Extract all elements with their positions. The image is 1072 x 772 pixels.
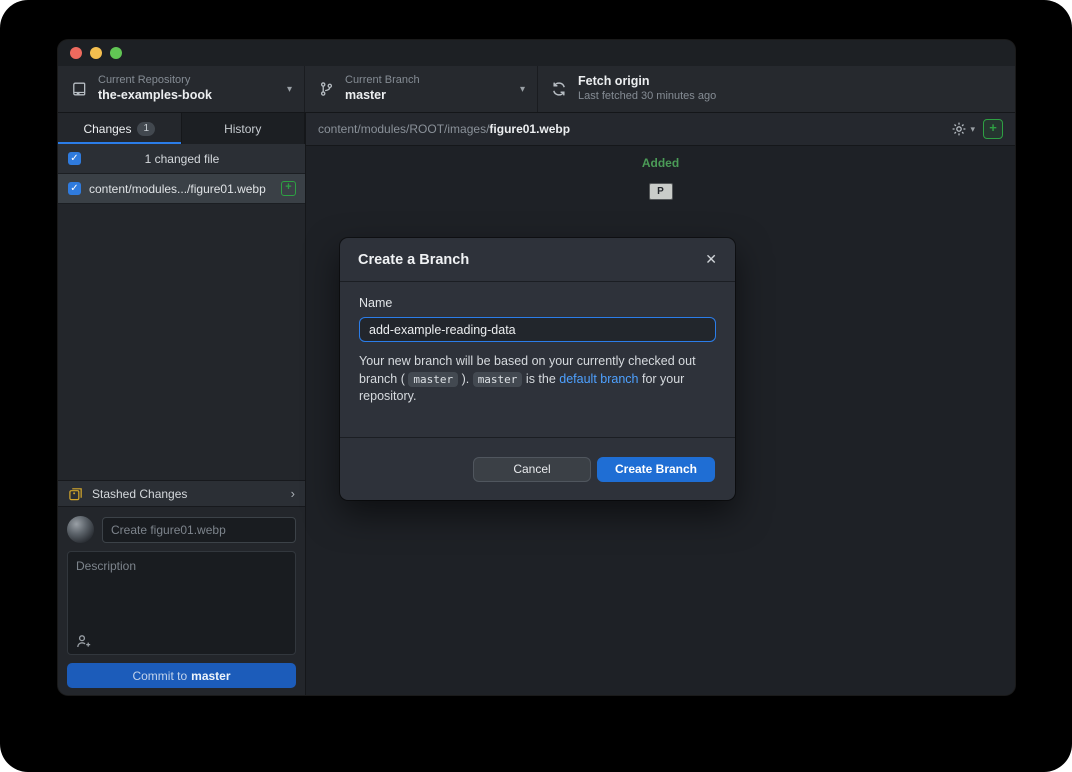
create-branch-button[interactable]: Create Branch xyxy=(597,457,715,482)
image-thumbnail: P xyxy=(649,183,673,200)
chevron-down-icon: ▾ xyxy=(520,84,525,95)
diff-status-label: Added xyxy=(642,156,679,170)
titlebar xyxy=(58,40,1015,66)
current-repository-value: the-examples-book xyxy=(98,88,212,104)
chevron-right-icon: › xyxy=(291,486,295,501)
current-branch-dropdown[interactable]: Current Branch master ▾ xyxy=(305,66,538,112)
file-checkbox[interactable]: ✓ xyxy=(68,182,81,195)
file-path: content/modules.../figure01.webp xyxy=(89,182,275,196)
file-added-status-icon: + xyxy=(281,181,296,196)
default-branch-link[interactable]: default branch xyxy=(559,372,638,386)
branch-code-pill: master xyxy=(408,372,458,387)
toolbar: Current Repository the-examples-book ▾ C… xyxy=(58,66,1015,113)
branch-base-description: Your new branch will be based on your cu… xyxy=(359,353,716,406)
commit-description-input[interactable] xyxy=(68,552,295,630)
stashed-changes-label: Stashed Changes xyxy=(92,487,187,501)
tab-history-label: History xyxy=(224,122,261,136)
diff-header-actions: ▾ + xyxy=(951,119,1003,139)
current-repository-label: Current Repository xyxy=(98,74,212,88)
chevron-down-icon: ▾ xyxy=(970,124,975,135)
branch-name-input[interactable] xyxy=(359,317,716,342)
changes-count-badge: 1 xyxy=(137,122,155,136)
screenshot-frame: Current Repository the-examples-book ▾ C… xyxy=(0,0,1072,772)
avatar xyxy=(67,516,94,543)
sync-icon xyxy=(550,81,568,97)
commit-description-box xyxy=(67,551,296,655)
git-branch-icon xyxy=(317,81,335,97)
file-path-directory: content/modules/ROOT/images/ xyxy=(318,122,489,136)
current-branch-value: master xyxy=(345,88,420,104)
commit-button-branch: master xyxy=(191,669,230,683)
stashed-changes-row[interactable]: Stashed Changes › xyxy=(58,480,305,507)
commit-to-master-button[interactable]: Commit to master xyxy=(67,663,296,688)
dialog-header: Create a Branch ✕ xyxy=(340,238,735,282)
changed-files-count: 1 changed file xyxy=(89,152,305,166)
commit-summary-row xyxy=(67,516,296,543)
tab-changes[interactable]: Changes 1 xyxy=(58,113,182,144)
file-list-empty-area xyxy=(58,204,305,480)
description-text: ). xyxy=(458,372,473,386)
close-icon[interactable]: ✕ xyxy=(705,251,717,268)
dialog-title: Create a Branch xyxy=(358,252,469,268)
commit-button-prefix: Commit to xyxy=(132,669,187,683)
current-repository-dropdown[interactable]: Current Repository the-examples-book ▾ xyxy=(58,66,305,112)
github-desktop-window: Current Repository the-examples-book ▾ C… xyxy=(58,40,1015,695)
add-coauthor-icon[interactable] xyxy=(76,634,92,648)
zoom-window-button[interactable] xyxy=(110,47,122,59)
dialog-footer: Cancel Create Branch xyxy=(340,437,735,500)
commit-form: Commit to master xyxy=(58,507,305,695)
tab-history[interactable]: History xyxy=(182,113,306,144)
dialog-body: Name Your new branch will be based on yo… xyxy=(340,282,735,437)
changed-file-row[interactable]: ✓ content/modules.../figure01.webp + xyxy=(58,174,305,204)
chevron-down-icon: ▾ xyxy=(287,84,292,95)
branch-name-label: Name xyxy=(359,296,716,310)
sidebar: Changes 1 History ✓ 1 changed file ✓ con… xyxy=(58,113,306,695)
cancel-button[interactable]: Cancel xyxy=(473,457,591,482)
minimize-window-button[interactable] xyxy=(90,47,102,59)
diff-options-button[interactable]: ▾ xyxy=(951,121,975,137)
file-path-filename: figure01.webp xyxy=(489,122,570,136)
fetch-origin-button[interactable]: Fetch origin Last fetched 30 minutes ago xyxy=(538,66,1015,112)
select-all-checkbox[interactable]: ✓ xyxy=(68,152,81,165)
create-branch-dialog: Create a Branch ✕ Name Your new branch w… xyxy=(340,238,735,500)
description-text: is the xyxy=(522,372,559,386)
traffic-lights xyxy=(70,47,122,59)
branch-code-pill: master xyxy=(473,372,523,387)
diff-path-header: content/modules/ROOT/images/ figure01.we… xyxy=(306,113,1015,146)
close-window-button[interactable] xyxy=(70,47,82,59)
changed-files-header-row: ✓ 1 changed file xyxy=(58,144,305,174)
current-branch-label: Current Branch xyxy=(345,74,420,88)
fetch-origin-label: Fetch origin xyxy=(578,74,716,90)
fetch-origin-sub: Last fetched 30 minutes ago xyxy=(578,90,716,104)
tab-changes-label: Changes xyxy=(83,122,131,136)
stash-icon xyxy=(68,486,84,501)
sidebar-tabbar: Changes 1 History xyxy=(58,113,305,144)
repo-icon xyxy=(70,81,88,97)
image-added-icon[interactable]: + xyxy=(983,119,1003,139)
commit-summary-input[interactable] xyxy=(102,517,296,543)
